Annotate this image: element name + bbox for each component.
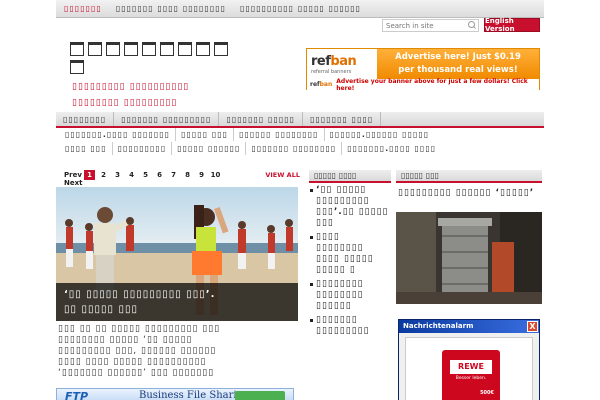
ftp-ad-button[interactable]: [235, 391, 285, 400]
tagline-line-1: ▯▯▯▯▯▯▯▯▯ ▯▯▯▯▯▯▯▯▯▯: [72, 82, 190, 92]
page-2[interactable]: 2: [98, 170, 109, 180]
sub-nav-item[interactable]: ▯▯▯▯▯▯▯.▯▯▯▯ ▯▯▯▯: [342, 142, 441, 155]
popup-body: REWE Besser leben. 500€: [405, 337, 533, 400]
latest-news-list: ‘▯▯ ▯▯▯▯▯ ▯▯▯▯▯▯▯▯▯ ▯▯▯’.▯▯ ▯▯▯▯▯ ▯▯▯ ▯▯…: [309, 185, 391, 337]
ftp-logo: FTP: [65, 390, 89, 400]
main-nav-item-4[interactable]: ▯▯▯▯▯▯▯ ▯▯▯▯: [303, 112, 382, 126]
sub-nav-item[interactable]: ▯▯▯▯ ▯▯▯: [60, 142, 113, 155]
refban-subtitle: referral banners: [311, 68, 352, 75]
rewe-logo: REWE: [450, 360, 492, 374]
featured-caption-line-1: ‘▯▯ ▯▯▯▯▯ ▯▯▯▯▯▯▯▯▯ ▯▯▯’.: [64, 289, 216, 300]
news-list-item[interactable]: ▯▯▯▯▯▯▯▯ ▯▯▯▯▯▯▯▯ ▯▯▯▯▯▯: [309, 279, 391, 312]
popup-title: Nachrichtenalarm: [403, 322, 474, 330]
sub-nav-item[interactable]: ▯▯▯▯▯▯.▯▯▯▯▯▯ ▯▯▯▯▯: [325, 128, 435, 141]
sub-nav-item[interactable]: ▯▯▯▯▯ ▯▯▯▯▯▯: [172, 142, 247, 155]
site-logo[interactable]: [70, 42, 230, 74]
excerpt-line: ▯▯▯▯▯▯▯▯ ▯▯▯▯▯ ‘▯▯ ▯▯▯▯▯: [58, 335, 193, 345]
ftp-ad-banner[interactable]: FTP Business File Sharing: [56, 388, 294, 400]
main-nav-item-3[interactable]: ▯▯▯▯▯▯▯ ▯▯▯▯▯: [219, 112, 304, 126]
view-all-link[interactable]: VIEW ALL: [265, 171, 300, 179]
popup-title-bar: Nachrichtenalarm X: [399, 320, 539, 333]
right-column-caption[interactable]: ▯▯▯▯▯▯▯▯▯ ▯▯▯▯▯▯ ‘▯▯▯▯▯’: [396, 188, 542, 199]
page-3[interactable]: 3: [112, 170, 123, 180]
refban-logo: refban: [311, 53, 357, 69]
top-nav-item-3[interactable]: ▯▯▯▯▯▯▯▯▯▯ ▯▯▯▯▯ ▯▯▯▯▯▯: [240, 4, 361, 13]
news-list-item[interactable]: ‘▯▯ ▯▯▯▯▯ ▯▯▯▯▯▯▯▯▯ ▯▯▯’.▯▯ ▯▯▯▯▯ ▯▯▯: [309, 185, 391, 229]
top-nav: ▯▯▯▯▯▯▯ ▯▯▯▯▯▯▯ ▯▯▯▯ ▯▯▯▯▯▯▯▯ ▯▯▯▯▯▯▯▯▯▯…: [56, 0, 544, 18]
top-nav-item-home[interactable]: ▯▯▯▯▯▯▯: [64, 4, 102, 13]
ftp-ad-text: Business File Sharing: [139, 390, 250, 400]
excerpt-line: ▯▯▯ ▯▯ ▯▯ ▯▯▯▯▯ ▯▯▯▯▯▯▯▯▯ ▯▯▯: [58, 324, 221, 334]
page-6[interactable]: 6: [154, 170, 165, 180]
sub-nav-row-1: ▯▯▯▯▯▯▯.▯▯▯▯ ▯▯▯▯▯▯▯ ▯▯▯▯▯ ▯▯▯ ▯▯▯▯▯▯ ▯▯…: [60, 128, 540, 141]
sub-nav-item[interactable]: ▯▯▯▯▯ ▯▯▯: [176, 128, 235, 141]
ad-line-2: per thousand real views!: [398, 65, 518, 75]
featured-caption[interactable]: ‘▯▯ ▯▯▯▯▯ ▯▯▯▯▯▯▯▯▯ ▯▯▯’. ▯▯ ▯▯▯▯▯ ▯▯▯: [56, 283, 298, 321]
sub-nav-item[interactable]: ▯▯▯▯▯▯▯.▯▯▯▯ ▯▯▯▯▯▯▯: [60, 128, 177, 141]
right-column-photo[interactable]: [396, 212, 542, 304]
page-1[interactable]: 1: [84, 170, 95, 180]
search-input[interactable]: [383, 20, 467, 31]
tagline-line-2: ▯▯▯▯▯▯▯▯ ▯▯▯▯▯▯▯▯▯: [72, 98, 178, 108]
main-nav-item-2[interactable]: ▯▯▯▯▯▯▯ ▯▯▯▯▯▯▯▯▯: [114, 112, 220, 126]
refban-ad-banner[interactable]: refban referral banners Advertise here! …: [306, 48, 540, 92]
featured-caption-line-2: ▯▯ ▯▯▯▯▯ ▯▯▯: [64, 304, 138, 315]
right-column: ▯▯▯▯▯ ▯▯▯ ▯▯▯▯▯▯▯▯▯ ▯▯▯▯▯▯ ‘▯▯▯▯▯’: [396, 170, 542, 304]
search-icon[interactable]: [467, 21, 476, 30]
refban-mini-logo: refban: [310, 81, 333, 88]
site-tagline: ▯▯▯▯▯▯▯▯▯ ▯▯▯▯▯▯▯▯▯▯ ▯▯▯▯▯▯▯▯ ▯▯▯▯▯▯▯▯▯: [72, 79, 272, 111]
page-7[interactable]: 7: [168, 170, 179, 180]
english-version-button[interactable]: English Version: [484, 17, 540, 33]
sub-nav-item[interactable]: ▯▯▯▯▯▯▯ ▯▯▯▯▯▯▯▯: [246, 142, 343, 155]
excerpt-line: ▯▯▯▯▯▯▯▯▯ ▯▯▯, ▯▯▯▯▯▯ ▯▯▯▯▯▯: [58, 346, 217, 356]
page-4[interactable]: 4: [126, 170, 137, 180]
ad-bottom-text[interactable]: Advertise your banner above for just a f…: [336, 78, 539, 92]
sub-nav-item[interactable]: ▯▯▯▯▯▯ ▯▯▯▯▯▯▯▯: [234, 128, 325, 141]
main-nav: ▯▯▯▯▯▯▯▯ ▯▯▯▯▯▯▯ ▯▯▯▯▯▯▯▯▯ ▯▯▯▯▯▯▯ ▯▯▯▯▯…: [56, 112, 544, 128]
prev-link[interactable]: Prev: [64, 171, 82, 179]
latest-news-heading: ▯▯▯▯▯ ▯▯▯▯: [309, 170, 391, 183]
page-8[interactable]: 8: [182, 170, 193, 180]
page-5[interactable]: 5: [140, 170, 151, 180]
sub-nav-row-2: ▯▯▯▯ ▯▯▯ ▯▯▯▯▯▯▯▯▯ ▯▯▯▯▯ ▯▯▯▯▯▯ ▯▯▯▯▯▯▯ …: [60, 142, 540, 155]
latest-news-column: ▯▯▯▯▯ ▯▯▯▯ ‘▯▯ ▯▯▯▯▯ ▯▯▯▯▯▯▯▯▯ ▯▯▯’.▯▯ ▯…: [309, 170, 391, 340]
rewe-slogan: Besser leben.: [455, 376, 487, 381]
rewe-value: 500€: [480, 390, 494, 396]
notification-popup: Nachrichtenalarm X REWE Besser leben. 50…: [398, 319, 540, 400]
right-column-heading: ▯▯▯▯▯ ▯▯▯: [396, 170, 542, 183]
page-10[interactable]: 10: [210, 170, 221, 180]
search-box: [382, 19, 479, 32]
sub-nav-item[interactable]: ▯▯▯▯▯▯▯▯▯: [113, 142, 173, 155]
close-icon[interactable]: X: [527, 321, 538, 332]
next-link[interactable]: Next: [64, 179, 82, 187]
slider-pager: Prev Next 1 2 3 4 5 6 7 8 9 10 VIEW ALL: [64, 170, 300, 187]
featured-slide[interactable]: ‘▯▯ ▯▯▯▯▯ ▯▯▯▯▯▯▯▯▯ ▯▯▯’. ▯▯ ▯▯▯▯▯ ▯▯▯: [56, 187, 298, 321]
top-nav-item-2[interactable]: ▯▯▯▯▯▯▯ ▯▯▯▯ ▯▯▯▯▯▯▯▯: [116, 4, 226, 13]
page-9[interactable]: 9: [196, 170, 207, 180]
article-excerpt: ▯▯▯ ▯▯ ▯▯ ▯▯▯▯▯ ▯▯▯▯▯▯▯▯▯ ▯▯▯ ▯▯▯▯▯▯▯▯ ▯…: [58, 324, 298, 379]
news-list-item[interactable]: ▯▯▯▯▯▯▯ ▯▯▯▯▯▯▯▯▯: [309, 315, 391, 337]
news-list-item[interactable]: ▯▯▯▯ ▯▯▯▯▯▯▯▯ ▯▯▯▯ ▯▯▯▯▯ ▯▯▯▯▯ ▯: [309, 232, 391, 276]
ad-line-1: Advertise here! Just $0.19: [395, 52, 521, 62]
excerpt-line: ‘▯▯▯▯▯▯▯ ▯▯▯▯▯▯’ ▯▯▯ ▯▯▯▯▯▯▯: [58, 368, 215, 378]
main-nav-item-1[interactable]: ▯▯▯▯▯▯▯▯: [56, 112, 115, 126]
rewe-ad[interactable]: REWE Besser leben. 500€: [442, 350, 500, 400]
excerpt-line: ▯▯▯▯ ▯▯▯▯ ▯▯▯▯▯ ▯▯▯▯▯▯▯▯▯▯: [58, 357, 207, 367]
